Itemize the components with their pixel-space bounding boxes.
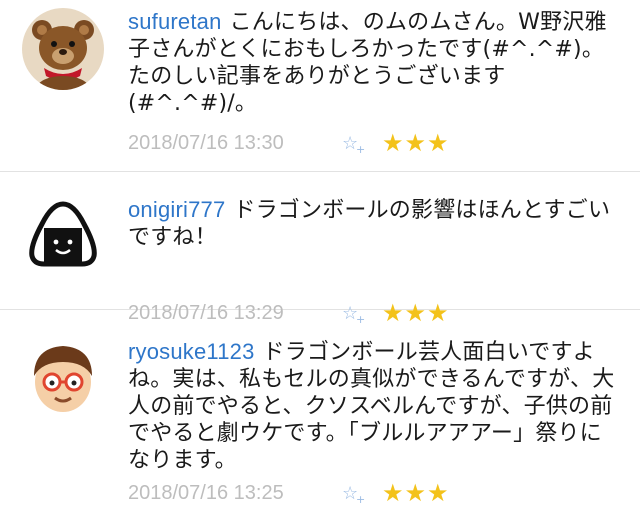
boy-with-glasses-icon — [22, 336, 104, 418]
comment-item: sufuretan こんにちは、のムのムさん。W野沢雅子さんがとくにおもしろかった… — [0, 0, 640, 172]
comment-body: sufuretan こんにちは、のムのムさん。W野沢雅子さんがとくにおもしろかった… — [128, 8, 622, 117]
rating-stars: ★★★ — [382, 129, 450, 157]
star-plus-icon[interactable]: ☆ + — [342, 133, 382, 156]
comment-username[interactable]: ryosuke1123 — [128, 339, 255, 364]
comment-timestamp: 2018/07/16 13:30 — [128, 131, 284, 154]
comment-item: onigiri777 ドラゴンボールの影響はほんとすごいですね！ 2018/07/… — [0, 172, 640, 327]
teddy-bear-icon — [22, 8, 104, 90]
comment-username[interactable]: onigiri777 — [128, 197, 225, 222]
comment-body: onigiri777 ドラゴンボールの影響はほんとすごいですね！ — [128, 196, 622, 251]
avatar-teddy-bear[interactable] — [22, 8, 104, 90]
comment-meta: 2018/07/16 13:25 ☆ + ★★★ — [128, 478, 450, 508]
onigiri-icon — [22, 194, 104, 276]
comment-timestamp: 2018/07/16 13:25 — [128, 481, 284, 504]
comment-username[interactable]: sufuretan — [128, 9, 222, 34]
comment-meta: 2018/07/16 13:30 ☆ + ★★★ — [128, 128, 450, 158]
rating-stars: ★★★ — [382, 479, 450, 507]
comment-body: ryosuke1123 ドラゴンボール芸人面白いですよね。実は、私もセルの真似がで… — [128, 338, 622, 474]
star-plus-icon[interactable]: ☆ + — [342, 483, 382, 506]
avatar-boy-glasses[interactable] — [22, 336, 104, 418]
comment-item: ryosuke1123 ドラゴンボール芸人面白いですよね。実は、私もセルの真似がで… — [0, 310, 640, 520]
avatar-onigiri[interactable] — [22, 194, 104, 276]
